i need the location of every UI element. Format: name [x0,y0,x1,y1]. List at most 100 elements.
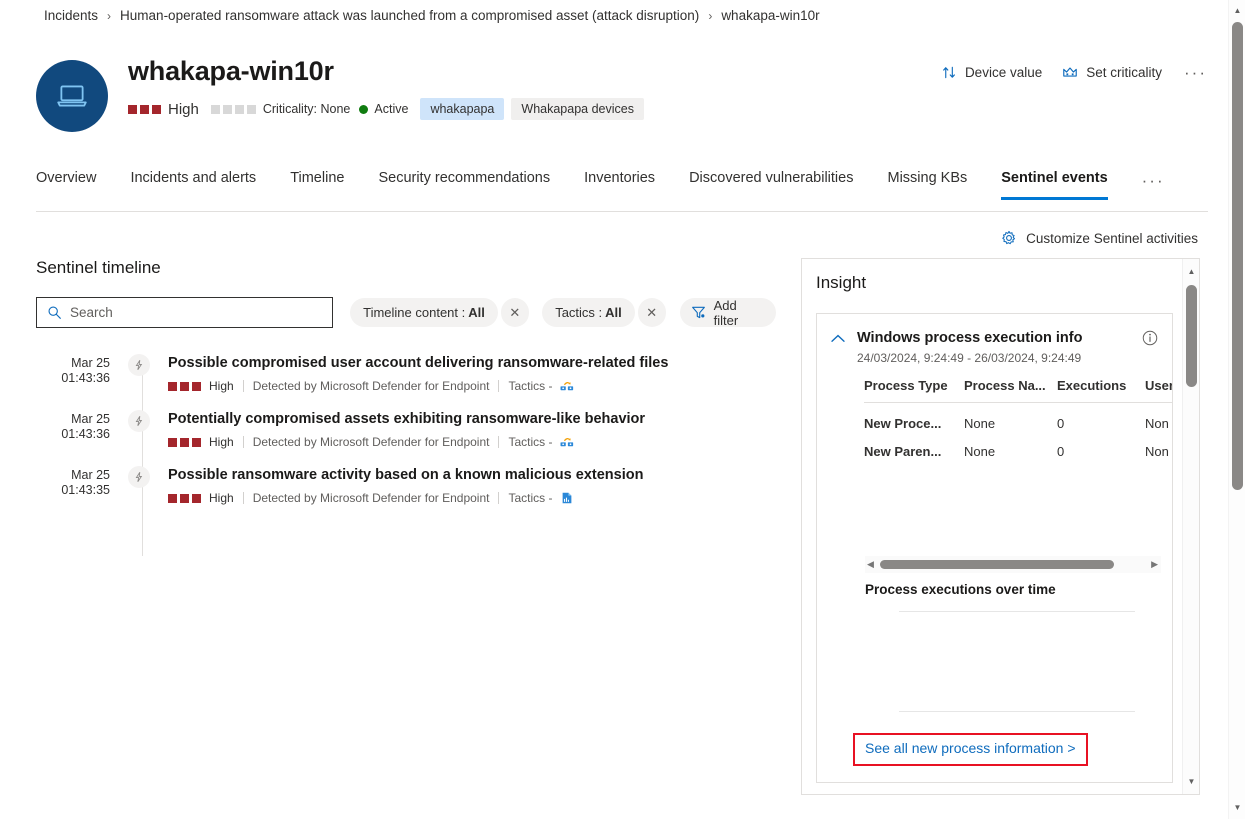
tab-overview[interactable]: Overview [36,160,96,199]
timeline-severity-indicator [168,493,201,503]
device-page: Incidents › Human-operated ransomware at… [0,0,1245,819]
tag-pill-whakapapa-devices[interactable]: Whakapapa devices [511,98,644,121]
filter-pill-tactics-label: Tactics : [555,305,603,320]
breadcrumb-item-device[interactable]: whakapa-win10r [721,8,819,23]
sentinel-timeline-section: Sentinel timeline Timeline content :All … [36,258,777,556]
tab-incidents-and-alerts[interactable]: Incidents and alerts [130,160,256,199]
scroll-up-icon[interactable]: ▲ [1229,2,1245,20]
cell-process-name: None [964,444,996,459]
search-box[interactable] [36,297,334,328]
status-label: Active [374,102,409,117]
chevron-up-icon[interactable] [831,334,845,343]
timeline-row[interactable]: Mar 25 01:43:36 Potentially compromised … [36,410,776,466]
see-all-highlight-box: See all new process information > [853,733,1088,766]
timeline-title[interactable]: Possible ransomware activity based on a … [168,466,776,484]
timeline-title[interactable]: Potentially compromised assets exhibitin… [168,410,776,428]
page-scrollbar[interactable]: ▲ ▼ [1228,0,1245,819]
timeline-tactics-label: Tactics - [508,379,553,393]
header-actions: Device value Set criticality ··· [922,64,1207,81]
scroll-down-icon[interactable]: ▼ [1183,773,1199,790]
scrollbar-thumb[interactable] [879,560,1114,569]
set-criticality-button[interactable]: Set criticality [1062,65,1162,80]
criticality-label: Criticality: None [262,102,351,117]
timeline-tactics-label: Tactics - [508,491,553,505]
add-filter-button[interactable]: Add filter [679,298,777,328]
divider [498,380,500,392]
filter-pill-timeline-content-value: All [468,305,485,320]
breadcrumb-separator-icon: › [107,8,112,23]
status-dot-icon [359,104,369,114]
timeline-severity-label: High [209,379,234,393]
page-title: whakapa-win10r [128,56,334,86]
impact-document-icon [560,491,574,505]
tab-sentinel-events[interactable]: Sentinel events [1001,160,1109,200]
funnel-icon [691,305,706,320]
tab-overflow-button[interactable]: ··· [1142,160,1165,189]
divider [498,436,500,448]
filter-pill-timeline-content[interactable]: Timeline content : All [350,298,498,327]
device-value-button[interactable]: Device value [942,65,1042,80]
process-execution-table: Process Type Process Na... Executions Us… [864,378,1172,459]
device-avatar [36,60,108,132]
timeline-time: 01:43:36 [61,371,110,385]
lateral-movement-icon [560,379,574,393]
header-overflow-button[interactable]: ··· [1184,64,1207,81]
scroll-up-icon[interactable]: ▲ [1183,263,1199,280]
tab-discovered-vulnerabilities[interactable]: Discovered vulnerabilities [689,160,853,199]
set-criticality-label: Set criticality [1086,65,1163,80]
tab-timeline[interactable]: Timeline [290,160,344,199]
breadcrumb-separator-icon: › [708,8,713,23]
timeline-bullet [110,354,168,410]
insight-panel-title: Insight [816,273,867,292]
scroll-right-icon[interactable]: ▶ [1151,560,1158,569]
severity-label: High [168,100,199,118]
timeline-severity-indicator [168,437,201,447]
timeline-date: Mar 25 [71,412,110,426]
scroll-down-icon[interactable]: ▼ [1229,799,1245,817]
timeline-body: Potentially compromised assets exhibitin… [168,410,776,466]
customize-sentinel-activities-button[interactable]: Customize Sentinel activities [1001,230,1198,246]
scrollbar-thumb[interactable] [1232,22,1243,490]
divider [498,492,500,504]
info-circle-icon[interactable] [1142,330,1158,346]
severity-indicator [128,104,161,114]
table-horizontal-scrollbar[interactable]: ◀ ▶ [865,556,1161,573]
timeline-row[interactable]: Mar 25 01:43:36 Possible compromised use… [36,354,776,410]
lightning-bolt-icon [128,410,150,432]
timeline-bullet [110,466,168,522]
cell-process-type: New Proce... [864,416,942,431]
clear-filter-timeline-content-icon[interactable]: ✕ [500,298,529,327]
search-icon [47,305,62,320]
gear-icon [1001,230,1017,246]
breadcrumb-item-incident[interactable]: Human-operated ransomware attack was lau… [120,8,699,23]
tab-security-recommendations[interactable]: Security recommendations [378,160,550,199]
timeline-time: 01:43:35 [61,483,110,497]
scroll-left-icon[interactable]: ◀ [867,560,874,569]
tag-pill-whakapapa[interactable]: whakapapa [420,98,505,121]
cell-user: Non [1145,416,1169,431]
timeline-body: Possible compromised user account delive… [168,354,776,410]
section-title: Sentinel timeline [36,258,161,277]
scrollbar-thumb[interactable] [1186,285,1197,387]
clear-filter-tactics-icon[interactable]: ✕ [637,298,666,327]
filter-pill-tactics[interactable]: Tactics : All [542,298,635,327]
timeline-row[interactable]: Mar 25 01:43:35 Possible ransomware acti… [36,466,776,522]
tab-missing-kbs[interactable]: Missing KBs [887,160,967,199]
table-row: New Paren... None 0 Non [864,431,1172,459]
timeline-detected-by: Detected by Microsoft Defender for Endpo… [252,379,490,393]
breadcrumb-item-incidents[interactable]: Incidents [44,8,98,23]
see-all-new-process-information-link[interactable]: See all new process information > [865,740,1076,756]
insight-panel-scrollbar[interactable]: ▲ ▼ [1182,259,1199,794]
timeline-subtitle: High Detected by Microsoft Defender for … [168,491,776,505]
process-executions-chart [899,611,1135,721]
tab-inventories[interactable]: Inventories [584,160,655,199]
cell-user: Non [1145,444,1169,459]
timeline-title[interactable]: Possible compromised user account delive… [168,354,776,372]
search-input[interactable] [70,305,310,320]
timeline-subtitle: High Detected by Microsoft Defender for … [168,379,776,393]
insight-card-windows-process-execution: Windows process execution info 24/03/202… [816,313,1173,783]
timeline-severity-label: High [209,491,234,505]
sort-arrows-icon [942,65,957,80]
scrollbar-track[interactable] [879,556,1145,573]
timeline-list: Mar 25 01:43:36 Possible compromised use… [36,354,776,556]
